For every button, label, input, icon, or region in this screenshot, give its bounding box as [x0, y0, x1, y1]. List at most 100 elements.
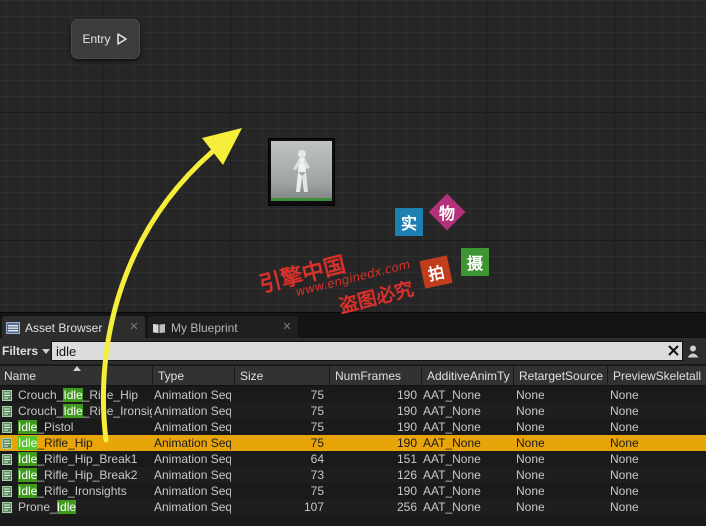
close-icon[interactable]: ✕	[129, 322, 139, 333]
asset-type: Animation Seq	[154, 420, 231, 434]
tab-asset-browser-label: Asset Browser	[25, 320, 103, 335]
column-header-preview[interactable]: PreviewSkeletall	[609, 366, 706, 386]
asset-num-frames: 190	[396, 484, 417, 498]
asset-panel: Asset Browser ✕ My Blueprint ✕ Filters N…	[0, 312, 706, 526]
table-row[interactable]: Prone_Idle Animation Seq 107 256 AAT_None Non…	[0, 499, 706, 515]
asset-name-prefix: Crouch_	[18, 404, 64, 418]
close-icon[interactable]: ✕	[282, 322, 292, 333]
tab-asset-browser[interactable]: Asset Browser ✕	[2, 316, 145, 339]
asset-name: Prone_Idle	[18, 499, 152, 515]
asset-size: 75	[310, 404, 324, 418]
table-row[interactable]: Idle_Rifle_Ironsights Animation Seq 75 190 A…	[0, 483, 706, 499]
table-row[interactable]: Crouch_Idle_Rifle_Hip Animation Seq 75 190 A…	[0, 387, 706, 403]
clear-search-icon[interactable]	[667, 344, 680, 357]
asset-num-frames: 256	[396, 500, 417, 514]
asset-browser-icon	[6, 321, 20, 334]
watermark-square-3: 拍	[419, 255, 453, 289]
asset-retarget-source: None	[516, 500, 545, 514]
asset-num-frames: 190	[396, 436, 417, 450]
filters-dropdown-button[interactable]: Filters	[2, 343, 51, 359]
asset-name: Idle_Rifle_Hip_Break1	[18, 451, 152, 467]
asset-name: Crouch_Idle_Rifle_Ironsig	[18, 403, 152, 419]
table-row[interactable]: Crouch_Idle_Rifle_Ironsig Animation Seq 75…	[0, 403, 706, 419]
asset-size: 75	[310, 436, 324, 450]
asset-size: 75	[310, 420, 324, 434]
table-row[interactable]: Idle_Pistol Animation Seq 75 190 AAT_None Non…	[0, 419, 706, 435]
asset-preview-skeletal: None	[610, 388, 639, 402]
asset-name-suffix: _Rifle_Ironsig	[82, 404, 152, 418]
asset-name-suffix: _Rifle_Hip_Break2	[37, 468, 138, 482]
asset-type: Animation Seq	[154, 436, 231, 450]
asset-type: Animation Seq	[154, 452, 231, 466]
table-row[interactable]: Idle_Rifle_Hip_Break2 Animation Seq 73 126 A…	[0, 467, 706, 483]
asset-additive-type: AAT_None	[423, 500, 481, 514]
asset-additive-type: AAT_None	[423, 452, 481, 466]
asset-size: 64	[310, 452, 324, 466]
anim-sequence-icon	[2, 406, 12, 417]
column-header-additive[interactable]: AdditiveAnimTy	[423, 366, 514, 386]
chevron-down-icon	[42, 348, 51, 354]
exec-pin-icon[interactable]	[115, 32, 129, 46]
character-pose-icon	[288, 150, 316, 196]
column-header-type[interactable]: Type	[154, 366, 235, 386]
tab-my-blueprint[interactable]: My Blueprint ✕	[148, 316, 298, 339]
anim-graph-canvas[interactable]: Entry 实 物 拍 摄 引擎中国 www.enginedx.com	[0, 0, 706, 312]
column-header-numframes[interactable]: NumFrames	[331, 366, 422, 386]
asset-num-frames: 151	[396, 452, 417, 466]
asset-type: Animation Seq	[154, 404, 231, 418]
asset-name: Idle_Rifle_Ironsights	[18, 483, 152, 499]
asset-type: Animation Seq	[154, 484, 231, 498]
asset-retarget-source: None	[516, 484, 545, 498]
asset-name-suffix: _Rifle_Hip_Break1	[37, 452, 138, 466]
asset-additive-type: AAT_None	[423, 404, 481, 418]
user-icon[interactable]	[686, 344, 700, 358]
asset-name-prefix: Crouch_	[18, 388, 64, 402]
column-header-size[interactable]: Size	[236, 366, 330, 386]
search-match-highlight: Idle	[18, 484, 38, 498]
asset-name-prefix: Prone_	[18, 500, 57, 514]
search-input[interactable]	[51, 341, 683, 361]
asset-list: Crouch_Idle_Rifle_Hip Animation Seq 75 190 A…	[0, 387, 706, 515]
asset-size: 73	[310, 468, 324, 482]
search-match-highlight: Idle	[18, 436, 38, 450]
watermark-square-4: 摄	[461, 248, 489, 276]
asset-additive-type: AAT_None	[423, 388, 481, 402]
anim-sequence-icon	[2, 502, 12, 513]
asset-num-frames: 126	[396, 468, 417, 482]
filter-bar: Filters	[0, 338, 706, 364]
asset-retarget-source: None	[516, 388, 545, 402]
asset-preview-skeletal: None	[610, 484, 639, 498]
asset-additive-type: AAT_None	[423, 484, 481, 498]
table-row[interactable]: Idle_Rifle_Hip Animation Seq 75 190 AAT_None…	[0, 435, 706, 451]
asset-num-frames: 190	[396, 420, 417, 434]
asset-preview-skeletal: None	[610, 436, 639, 450]
anim-sequence-icon	[2, 438, 12, 449]
animation-sequence-node[interactable]	[268, 138, 335, 206]
search-match-highlight: Idle	[18, 452, 38, 466]
asset-size: 75	[310, 388, 324, 402]
entry-node[interactable]: Entry	[71, 19, 140, 59]
asset-num-frames: 190	[396, 388, 417, 402]
search-match-highlight: Idle	[18, 468, 38, 482]
watermark-square-2: 物	[428, 193, 466, 231]
asset-preview-skeletal: None	[610, 404, 639, 418]
animation-thumbnail	[271, 141, 332, 201]
anim-sequence-icon	[2, 390, 12, 401]
watermark-square-2-text: 物	[438, 203, 456, 223]
asset-name: Crouch_Idle_Rifle_Hip	[18, 387, 152, 403]
asset-size: 75	[310, 484, 324, 498]
column-header-retarget[interactable]: RetargetSource	[515, 366, 608, 386]
search-match-highlight: Idle	[63, 404, 83, 418]
asset-name-suffix: _Rifle_Hip	[37, 436, 93, 450]
asset-type: Animation Seq	[154, 388, 231, 402]
table-row[interactable]: Idle_Rifle_Hip_Break1 Animation Seq 64 151 A…	[0, 451, 706, 467]
asset-additive-type: AAT_None	[423, 468, 481, 482]
asset-type: Animation Seq	[154, 468, 231, 482]
search-match-highlight: Idle	[18, 420, 38, 434]
tab-my-blueprint-label: My Blueprint	[171, 320, 238, 335]
asset-preview-skeletal: None	[610, 420, 639, 434]
asset-additive-type: AAT_None	[423, 420, 481, 434]
book-icon	[153, 323, 165, 333]
asset-retarget-source: None	[516, 452, 545, 466]
anim-sequence-icon	[2, 486, 12, 497]
